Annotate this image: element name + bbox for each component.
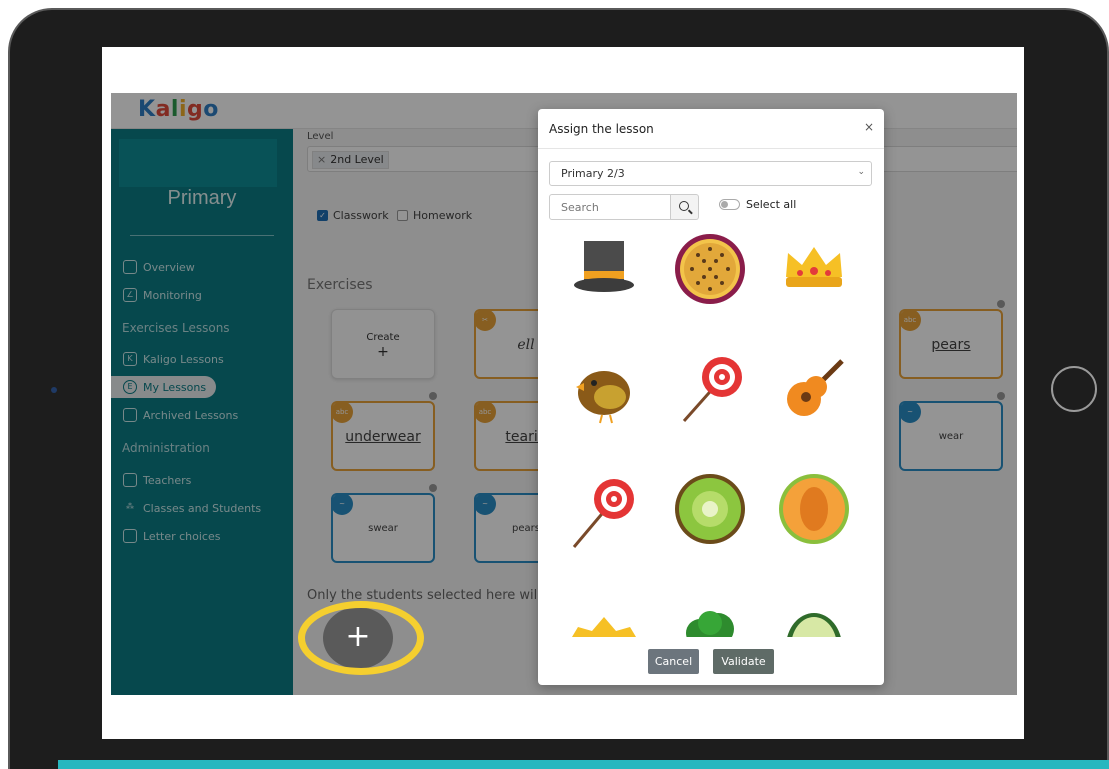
highlight-ring <box>298 601 424 675</box>
class-select-value: Primary 2/3 <box>561 167 625 180</box>
tablet-home-button[interactable] <box>1051 366 1097 412</box>
avatar-crown-icon[interactable] <box>564 589 644 637</box>
avatar-avocado-icon[interactable] <box>774 589 854 637</box>
modal-header: Assign the lesson × <box>538 109 884 149</box>
class-select[interactable]: Primary 2/3 ⌄ <box>549 161 872 186</box>
avatar-bird-icon[interactable] <box>564 349 644 429</box>
search-icon[interactable] <box>671 194 699 220</box>
avatar-lollipop-icon[interactable] <box>670 349 750 429</box>
avatar-lollipop-icon[interactable] <box>564 469 644 549</box>
tablet-camera <box>51 387 57 393</box>
modal-footer: Cancel Validate <box>538 637 884 685</box>
bottom-accent-strip <box>58 760 1109 769</box>
select-all-toggle[interactable] <box>719 199 740 210</box>
search-input[interactable]: Search <box>549 194 671 220</box>
avatar-kiwi-icon[interactable] <box>670 469 750 549</box>
app-window: Kaligo Primary Overview ∠ Monitoring Exe… <box>111 93 1017 695</box>
avatar-melon-icon[interactable] <box>774 469 854 549</box>
modal-title: Assign the lesson <box>549 122 654 136</box>
student-avatar-grid <box>538 229 884 637</box>
chevron-down-icon: ⌄ <box>857 167 865 177</box>
avatar-passion-fruit-icon[interactable] <box>670 229 750 309</box>
close-icon[interactable]: × <box>864 120 874 134</box>
validate-button[interactable]: Validate <box>713 649 774 674</box>
tablet-screen: Kaligo Primary Overview ∠ Monitoring Exe… <box>102 47 1024 739</box>
assign-lesson-modal: Assign the lesson × Primary 2/3 ⌄ Search… <box>538 109 884 685</box>
avatar-guitar-icon[interactable] <box>774 349 854 429</box>
select-all-label: Select all <box>746 198 797 211</box>
avatar-broccoli-icon[interactable] <box>670 589 750 637</box>
cancel-button[interactable]: Cancel <box>648 649 699 674</box>
avatar-top-hat-icon[interactable] <box>564 229 644 309</box>
avatar-crown-icon[interactable] <box>774 229 854 309</box>
